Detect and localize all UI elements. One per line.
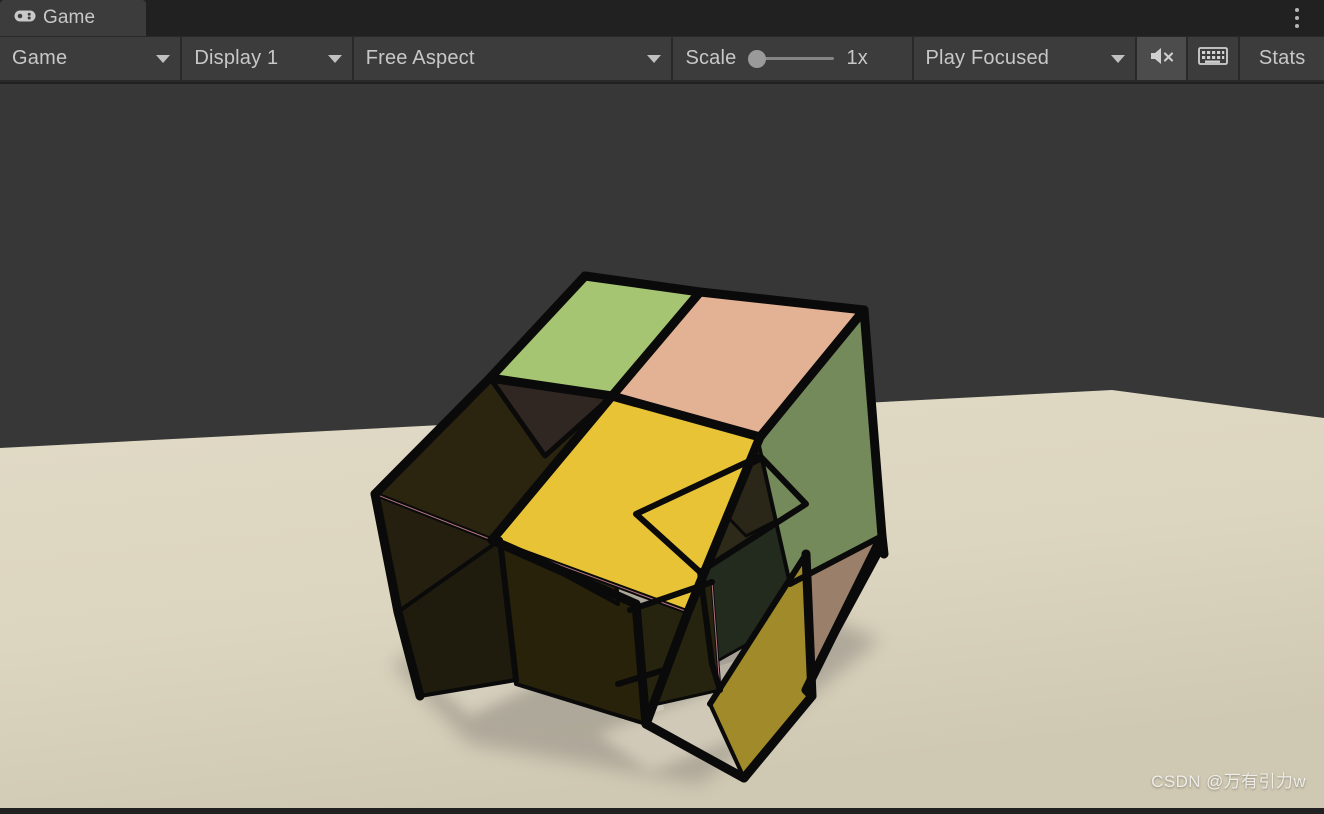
scale-slider-knob[interactable] [748, 49, 767, 68]
chevron-down-icon [327, 54, 342, 63]
stats-label: Stats [1258, 47, 1306, 69]
mute-audio-icon [1148, 44, 1176, 73]
stats-button[interactable]: Stats [1240, 37, 1324, 80]
game-view-toolbar: Game Display 1 Free Aspect Scale 1x Play… [0, 36, 1324, 82]
game-viewport[interactable]: CSDN @万有引力w [0, 84, 1324, 808]
tab-game-label: Game [43, 7, 96, 28]
gizmos-button[interactable] [1188, 37, 1239, 80]
display-dropdown[interactable]: Display 1 [182, 37, 352, 80]
scale-slider[interactable] [748, 49, 835, 69]
window-bottom-bar [0, 808, 1324, 814]
tab-strip-spacer [146, 0, 1280, 36]
scale-value: 1x [846, 47, 868, 69]
chevron-down-icon [1110, 54, 1125, 63]
chevron-down-icon [156, 54, 171, 63]
gizmos-grid-icon [1198, 45, 1229, 72]
aspect-dropdown[interactable]: Free Aspect [353, 37, 672, 80]
tab-game[interactable]: Game [0, 0, 146, 36]
display-label: Display 1 [194, 47, 279, 69]
gamepad-icon [14, 9, 36, 28]
kebab-menu-icon[interactable] [1280, 0, 1314, 36]
view-mode-label: Game [12, 47, 68, 69]
play-mode-label: Play Focused [925, 47, 1050, 69]
unity-game-window: Game Game Display 1 Free Aspect Scale 1x [0, 0, 1324, 814]
scale-slider-track [756, 57, 835, 60]
tab-strip: Game [0, 0, 1324, 36]
aspect-label: Free Aspect [365, 47, 475, 69]
play-mode-dropdown[interactable]: Play Focused [913, 37, 1135, 80]
game-render-svg [0, 84, 1324, 808]
scale-label: Scale [685, 47, 737, 69]
mute-audio-button[interactable] [1136, 37, 1187, 80]
scale-slider-group[interactable]: Scale 1x [673, 37, 912, 80]
view-mode-dropdown[interactable]: Game [0, 37, 181, 80]
chevron-down-icon [647, 54, 662, 63]
